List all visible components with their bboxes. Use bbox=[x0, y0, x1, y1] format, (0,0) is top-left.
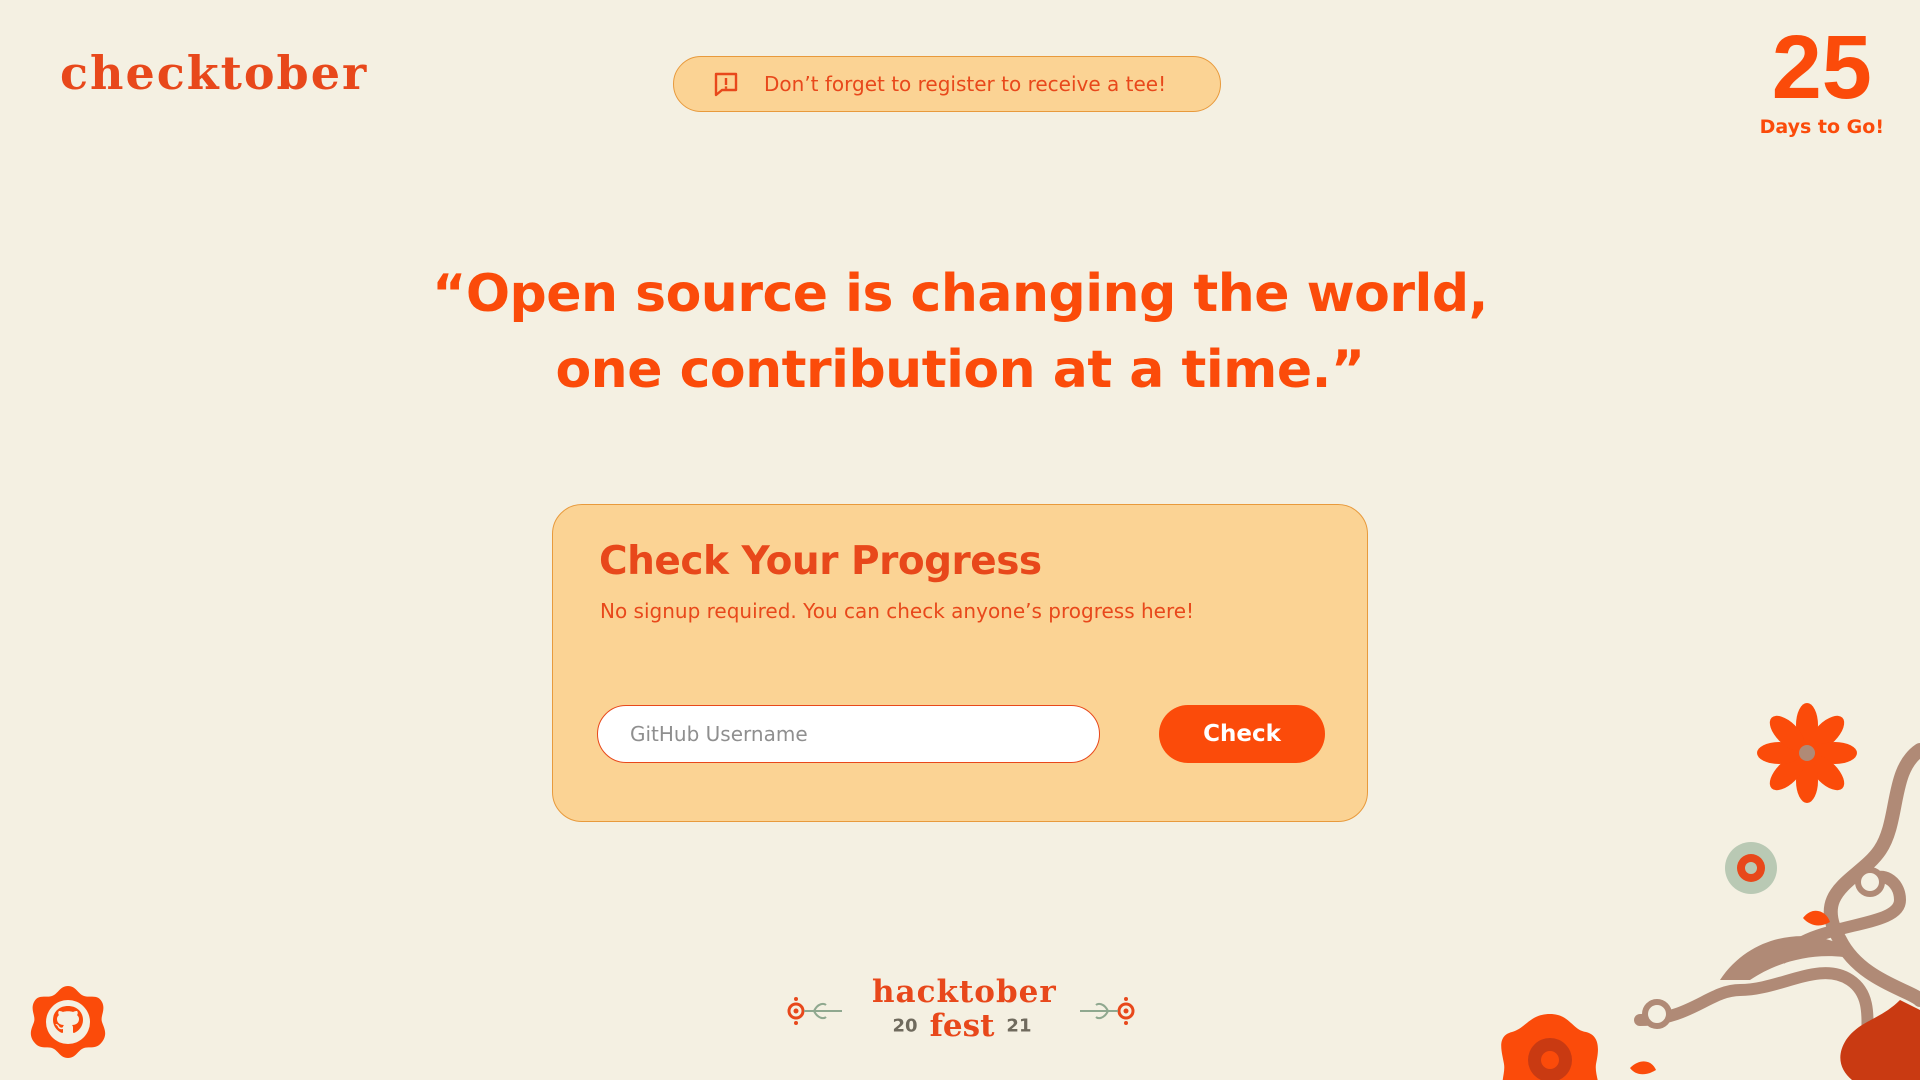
countdown-number: 25 bbox=[1771, 18, 1872, 118]
orange-daisy-icon bbox=[1757, 703, 1857, 803]
message-alert-icon bbox=[714, 72, 738, 97]
quote-line-2: one contribution at a time.” bbox=[555, 340, 1365, 400]
banner-text: Don’t forget to register to receive a te… bbox=[764, 72, 1167, 96]
progress-card: Check Your Progress No signup required. … bbox=[552, 504, 1368, 822]
countdown-label: Days to Go! bbox=[1759, 115, 1884, 138]
github-icon[interactable] bbox=[28, 982, 108, 1062]
small-petal-2 bbox=[1630, 1061, 1656, 1075]
register-banner[interactable]: Don’t forget to register to receive a te… bbox=[673, 56, 1221, 112]
event-year: 20 fest 21 bbox=[872, 1011, 1052, 1042]
vine-ring-2 bbox=[1642, 999, 1672, 1029]
year-right: 21 bbox=[1006, 1015, 1032, 1037]
github-username-input[interactable] bbox=[597, 705, 1100, 763]
right-flower-ornament-icon bbox=[1080, 997, 1135, 1025]
floral-decoration bbox=[1501, 703, 1920, 1080]
countdown: 25 Days to Go! bbox=[1759, 18, 1884, 138]
check-button[interactable]: Check bbox=[1159, 705, 1325, 763]
red-flower-icon bbox=[1501, 1014, 1598, 1080]
hero-quote: “Open source is changing the world, one … bbox=[260, 256, 1660, 408]
left-flower-ornament-icon bbox=[787, 997, 842, 1025]
page: checktober Don’t forget to register to r… bbox=[0, 0, 1920, 1080]
year-left: 20 bbox=[892, 1015, 918, 1037]
green-flower-icon bbox=[1725, 842, 1777, 894]
logo[interactable]: checktober bbox=[60, 50, 368, 96]
card-subtitle: No signup required. You can check anyone… bbox=[600, 599, 1195, 623]
event-name: hacktober bbox=[872, 974, 1057, 1010]
hacktoberfest-logo: hacktober 20 fest 21 bbox=[786, 975, 1136, 1055]
quote-line-1: “Open source is changing the world, bbox=[432, 264, 1488, 324]
event-fest: fest bbox=[929, 1008, 995, 1044]
vine-branch bbox=[1634, 967, 1876, 1080]
card-title: Check Your Progress bbox=[599, 539, 1042, 584]
oak-leaf bbox=[1840, 1000, 1920, 1080]
vine-ring bbox=[1855, 867, 1885, 897]
